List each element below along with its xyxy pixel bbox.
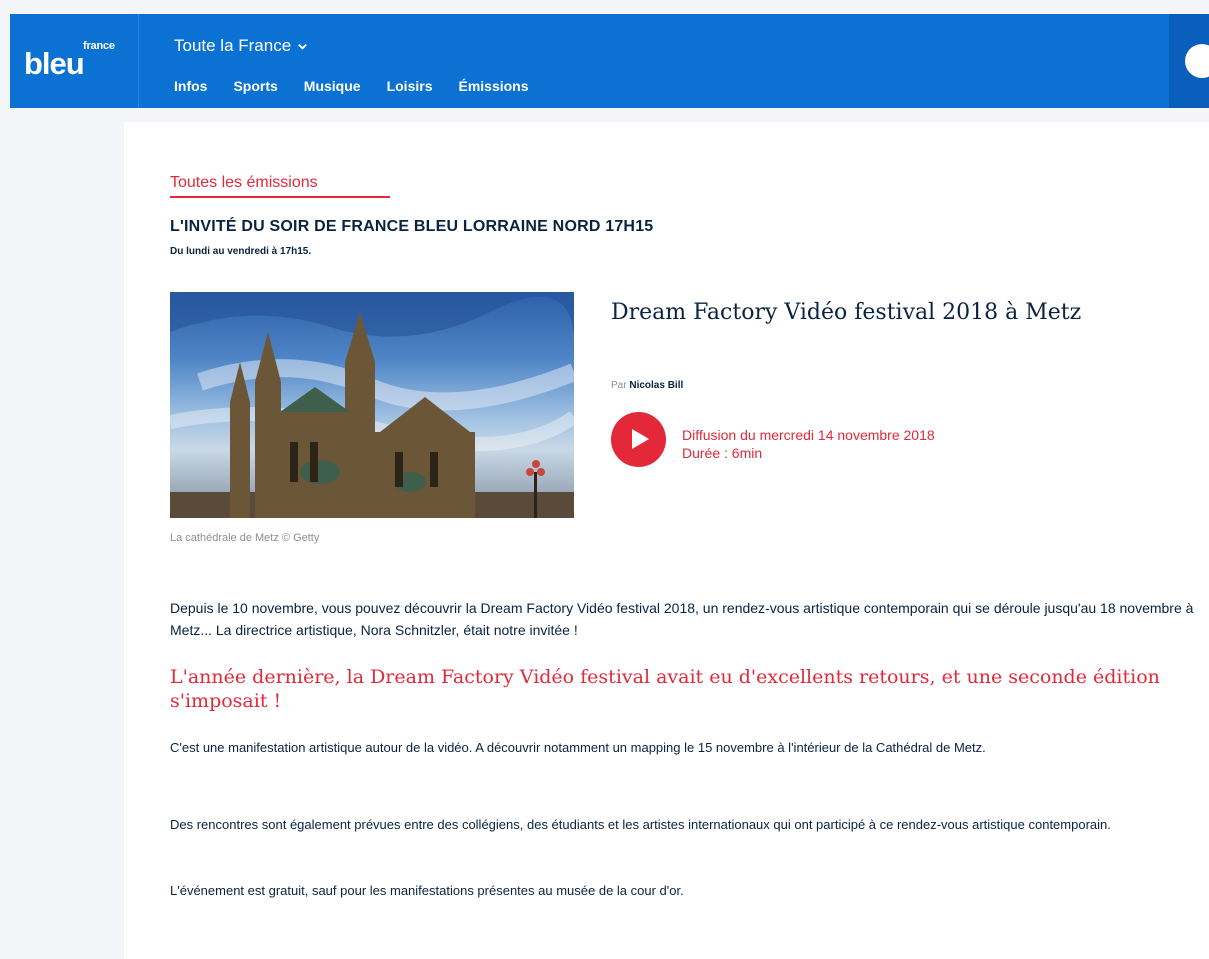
header-right-block bbox=[1169, 14, 1209, 108]
cathedral-image bbox=[170, 292, 574, 518]
article-paragraph: C'est une manifestation artistique autou… bbox=[170, 740, 986, 755]
image-caption: La cathédrale de Metz © Getty bbox=[170, 532, 320, 544]
episode-duration: Durée : 6min bbox=[682, 445, 763, 461]
france-bleu-logo[interactable]: france bleu bbox=[10, 14, 139, 108]
show-schedule: Du lundi au vendredi à 17h15. bbox=[170, 246, 312, 257]
main-nav: Infos Sports Musique Loisirs Émissions bbox=[174, 78, 555, 94]
chevron-down-icon bbox=[298, 43, 308, 50]
content-card: Toutes les émissions L'INVITÉ DU SOIR DE… bbox=[124, 122, 1209, 959]
episode-title: Dream Factory Vidéo festival 2018 à Metz bbox=[611, 300, 1082, 325]
article-paragraph: L'événement est gratuit, sauf pour les m… bbox=[170, 883, 684, 898]
logo-big-text: bleu bbox=[24, 46, 85, 81]
broadcast-info: Diffusion du mercredi 14 novembre 2018 D… bbox=[682, 426, 935, 462]
byline-prefix: Par bbox=[611, 380, 627, 391]
region-selector[interactable]: Toute la France bbox=[174, 36, 308, 56]
article-paragraph: Des rencontres sont également prévues en… bbox=[170, 817, 1111, 832]
all-shows-link[interactable]: Toutes les émissions bbox=[170, 174, 390, 198]
logo-small-text: france bbox=[83, 40, 115, 52]
region-label: Toute la France bbox=[174, 36, 292, 55]
top-navigation-bar: france bleu Toute la France Infos Sports… bbox=[10, 14, 1209, 108]
byline: Par Nicolas Bill bbox=[611, 380, 683, 391]
article-heading: L'année dernière, la Dream Factory Vidéo… bbox=[170, 666, 1160, 712]
nav-item-sports[interactable]: Sports bbox=[233, 78, 277, 94]
author-link[interactable]: Nicolas Bill bbox=[629, 380, 683, 391]
cathedral-illustration bbox=[170, 292, 574, 518]
play-icon bbox=[632, 429, 649, 449]
nav-item-loisirs[interactable]: Loisirs bbox=[387, 78, 433, 94]
nav-item-infos[interactable]: Infos bbox=[174, 78, 207, 94]
article-lead: Depuis le 10 novembre, vous pouvez décou… bbox=[170, 600, 1194, 638]
show-title: L'INVITÉ DU SOIR DE FRANCE BLEU LORRAINE… bbox=[170, 218, 654, 235]
nav-item-musique[interactable]: Musique bbox=[304, 78, 361, 94]
play-button[interactable] bbox=[611, 412, 666, 467]
nav-item-emissions[interactable]: Émissions bbox=[458, 78, 528, 94]
user-avatar-icon[interactable] bbox=[1185, 44, 1209, 78]
broadcast-date: Diffusion du mercredi 14 novembre 2018 bbox=[682, 427, 935, 443]
